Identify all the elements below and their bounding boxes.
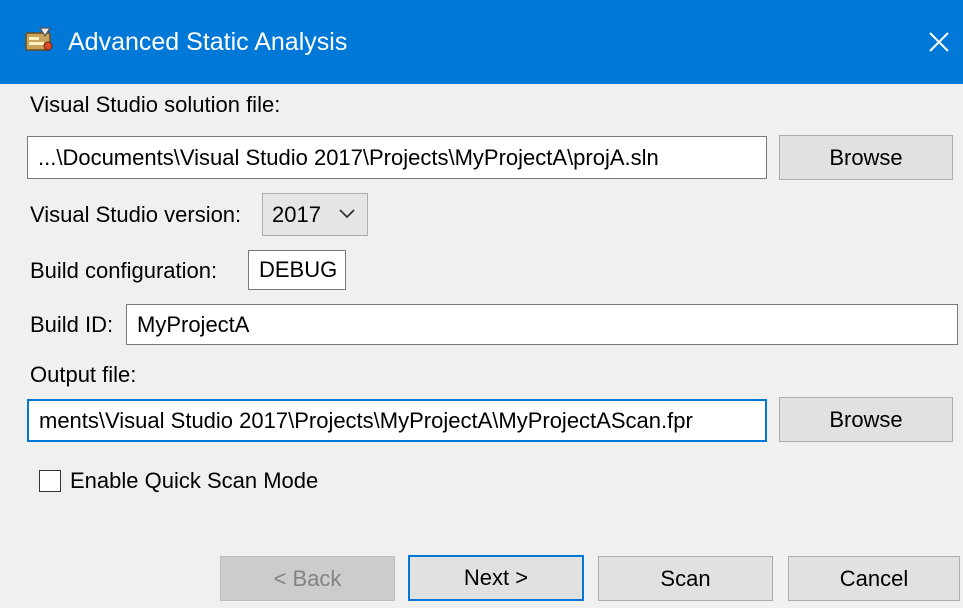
scanner-app-icon [23, 24, 55, 56]
build-config-value: DEBUG [259, 257, 338, 282]
build-config-label: Build configuration: [30, 258, 218, 283]
browse-solution-button[interactable]: Browse [779, 135, 953, 180]
quick-scan-checkbox[interactable] [39, 470, 61, 492]
quick-scan-label[interactable]: Enable Quick Scan Mode [70, 468, 318, 494]
build-config-field[interactable]: DEBUG [248, 250, 346, 290]
vs-version-selected: 2017 [272, 201, 321, 227]
title-bar: Advanced Static Analysis [0, 0, 963, 84]
cancel-button[interactable]: Cancel [788, 556, 960, 601]
close-icon [929, 32, 949, 52]
browse-output-button[interactable]: Browse [779, 397, 953, 442]
output-file-field[interactable]: ments\Visual Studio 2017\Projects\MyProj… [27, 399, 767, 442]
chevron-down-icon [339, 209, 355, 219]
next-button[interactable]: Next > [408, 555, 584, 601]
window-title: Advanced Static Analysis [68, 28, 348, 56]
dialog-window: Advanced Static Analysis Visual Studio s… [0, 0, 963, 608]
build-id-field[interactable]: MyProjectA [126, 304, 958, 345]
close-button[interactable] [915, 0, 963, 84]
vs-version-select[interactable]: 2017 [262, 193, 368, 236]
solution-file-label: Visual Studio solution file: [30, 92, 281, 117]
back-button[interactable]: < Back [220, 556, 395, 601]
vs-version-label: Visual Studio version: [30, 202, 242, 227]
output-file-label: Output file: [30, 362, 137, 387]
scan-button[interactable]: Scan [598, 556, 773, 601]
solution-file-field[interactable]: ...\Documents\Visual Studio 2017\Project… [27, 136, 767, 179]
build-id-label: Build ID: [30, 312, 114, 337]
build-id-value: MyProjectA [137, 311, 250, 337]
solution-file-value: ...\Documents\Visual Studio 2017\Project… [38, 144, 659, 170]
output-file-value: ments\Visual Studio 2017\Projects\MyProj… [39, 407, 693, 433]
